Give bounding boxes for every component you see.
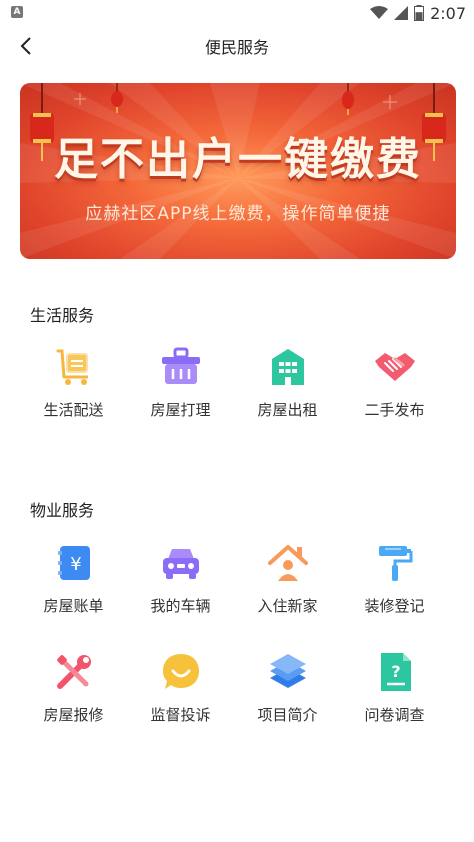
smile-chat-icon (162, 654, 199, 689)
section-title-life-services: 生活服务 (30, 306, 95, 325)
service-label: 入住新家 (257, 597, 318, 615)
paint-roller-icon (378, 546, 412, 581)
battery-icon (414, 5, 425, 21)
car-icon (162, 549, 199, 579)
service-item-my-vehicle[interactable]: 我的车辆 (127, 541, 234, 631)
service-item-secondhand[interactable]: 二手发布 (341, 345, 448, 435)
service-item-rental[interactable]: 房屋出租 (234, 345, 341, 435)
svg-text:?: ? (391, 662, 400, 681)
service-item-survey[interactable]: ? 问卷调查 (341, 650, 448, 740)
service-item-project-intro[interactable]: 项目简介 (234, 650, 341, 740)
building-icon (271, 349, 304, 385)
service-label: 房屋打理 (150, 401, 211, 419)
promo-banner[interactable]: 足不出户一键缴费 应赫社区APP线上缴费，操作简单便捷 (20, 83, 456, 259)
notification-indicator: A (11, 6, 23, 18)
repair-tools-icon (56, 655, 91, 689)
property-services-row-1: ¥ 房屋账单 我的车辆 入住新家 装修登记 (20, 541, 456, 631)
status-time: 2:07 (430, 3, 466, 23)
header-bar: 便民服务 (0, 26, 474, 66)
questionnaire-icon: ? (380, 653, 411, 691)
status-bar: A 2:07 (0, 0, 474, 26)
service-label: 项目简介 (257, 706, 318, 724)
yuan-bill-icon: ¥ (57, 546, 90, 580)
life-services-row: 生活配送 房屋打理 房屋出租 二手发布 (20, 345, 456, 435)
service-item-complaint[interactable]: 监督投诉 (127, 650, 234, 740)
service-label: 二手发布 (364, 401, 425, 419)
service-label: 监督投诉 (150, 706, 211, 724)
service-label: 房屋账单 (43, 597, 104, 615)
service-label: 我的车辆 (150, 597, 211, 615)
service-label: 问卷调查 (364, 706, 425, 724)
service-item-house-bill[interactable]: ¥ 房屋账单 (20, 541, 127, 631)
service-label: 房屋出租 (257, 401, 318, 419)
banner-title: 足不出户一键缴费 (54, 134, 422, 185)
service-item-housekeeping[interactable]: 房屋打理 (127, 345, 234, 435)
layers-icon (269, 654, 306, 688)
service-label: 生活配送 (43, 401, 104, 419)
signal-icon (394, 6, 409, 20)
service-label: 装修登记 (364, 597, 425, 615)
service-label: 房屋报修 (43, 706, 104, 724)
basket-icon (161, 347, 200, 384)
page-title: 便民服务 (204, 38, 269, 57)
banner-subtitle: 应赫社区APP线上缴费，操作简单便捷 (85, 204, 391, 224)
service-item-move-in[interactable]: 入住新家 (234, 541, 341, 631)
svg-text:¥: ¥ (70, 554, 81, 575)
property-services-row-2: 房屋报修 监督投诉 项目简介 ? 问卷调查 (20, 650, 456, 740)
house-person-icon (267, 545, 308, 581)
service-item-repair[interactable]: 房屋报修 (20, 650, 127, 740)
delivery-cart-icon (56, 349, 88, 385)
service-item-delivery[interactable]: 生活配送 (20, 345, 127, 435)
wifi-icon (370, 6, 389, 19)
service-item-renovation[interactable]: 装修登记 (341, 541, 448, 631)
handshake-icon (374, 353, 415, 381)
section-title-property-services: 物业服务 (30, 501, 95, 520)
